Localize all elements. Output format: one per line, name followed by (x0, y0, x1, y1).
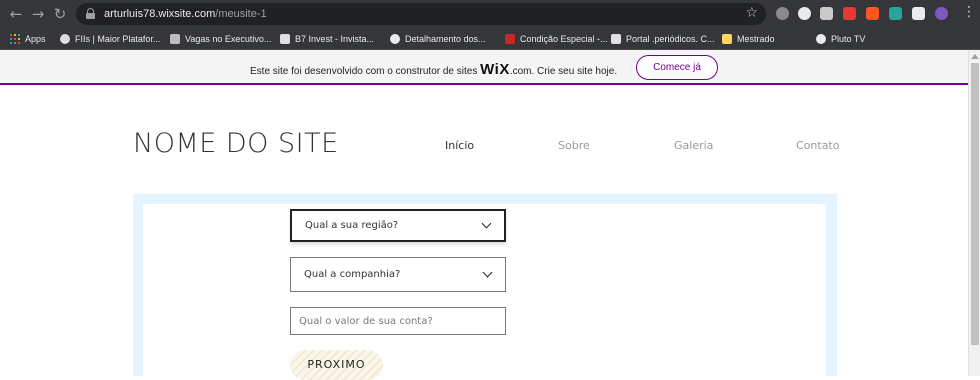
nav-item-sobre[interactable]: Sobre (558, 139, 590, 152)
scroll-up-arrow-icon[interactable] (971, 54, 979, 59)
url-path: /meusite-1 (215, 8, 267, 20)
bookmark-item[interactable]: Detalhamento dos... (390, 31, 486, 47)
globe-icon (390, 34, 400, 44)
fiis-icon (60, 34, 70, 44)
company-dropdown[interactable]: Qual a companhia? (290, 257, 506, 292)
region-dropdown[interactable]: Qual a sua região? (290, 209, 506, 242)
chevron-down-icon (481, 218, 492, 229)
region-dropdown-label: Qual a sua região? (305, 220, 399, 231)
red-extension-icon[interactable] (843, 7, 856, 20)
wix-banner-text: Este site foi desenvolvido com o constru… (250, 61, 617, 78)
wix-banner: Este site foi desenvolvido com o constru… (0, 50, 968, 85)
folder-icon (722, 34, 732, 44)
bookmark-item[interactable]: FIIs | Maior Platafor... (60, 31, 160, 47)
sc-extension-icon[interactable] (866, 7, 879, 20)
bookmark-label: Portal .periódicos. C... (626, 34, 715, 44)
bookmark-item[interactable]: B7 Invest - Invista... (280, 31, 374, 47)
url-text[interactable]: arturluis78.wixsite.com/meusite-1 (104, 7, 267, 21)
bookmark-item[interactable]: Vagas no Executivo... (170, 31, 271, 47)
bookmark-item[interactable]: Condição Especial -... (505, 31, 608, 47)
nav-item-galeria[interactable]: Galeria (674, 139, 713, 152)
teal-extension-icon[interactable] (889, 7, 902, 20)
bookmark-label: Pluto TV (831, 34, 866, 44)
b7-icon (280, 34, 290, 44)
start-now-button[interactable]: Comece já (636, 55, 718, 80)
url-host: arturluis78.wixsite.com (104, 8, 216, 20)
back-arrow-icon[interactable]: ← (6, 4, 26, 24)
bookmark-label: FIIs | Maior Platafor... (75, 34, 161, 44)
browser-toolbar: ← → ↻ arturluis78.wixsite.com/meusite-1 … (0, 0, 980, 28)
scroll-thumb[interactable] (971, 63, 979, 345)
bookmark-item[interactable]: Apps (10, 31, 46, 47)
pluto-icon (816, 34, 826, 44)
bookmarks-bar: Apps FIIs | Maior Platafor... Vagas no Exe… (0, 28, 980, 50)
reload-icon[interactable]: ↻ (50, 4, 70, 24)
bookmark-label: B7 Invest - Invista... (295, 34, 375, 44)
address-bar[interactable]: arturluis78.wixsite.com/meusite-1 ☆ (76, 3, 766, 25)
bookmark-label: Detalhamento dos... (405, 34, 486, 44)
circle-extension-icon[interactable] (798, 7, 811, 20)
chevron-down-icon (482, 267, 493, 278)
bookmark-item[interactable]: Pluto TV (816, 31, 865, 47)
page-scrollbar[interactable] (968, 50, 980, 376)
bill-value-input[interactable] (290, 307, 506, 335)
bookmark-label: Vagas no Executivo... (185, 34, 272, 44)
vagas-icon (170, 34, 180, 44)
wix-logo: WiX (480, 61, 510, 78)
wix-banner-text-before: Este site foi desenvolvido com o constru… (250, 66, 481, 77)
bookmark-star-icon[interactable]: ☆ (745, 5, 758, 21)
nav-item-inicio[interactable]: Início (445, 139, 474, 152)
square-extension-icon[interactable] (820, 7, 833, 20)
condicao-icon (505, 34, 515, 44)
bookmark-label: Mestrado (737, 34, 775, 44)
site-title: NOME DO SITE (133, 128, 339, 159)
nav-item-contato[interactable]: Contato (796, 139, 839, 152)
bookmark-label: Condição Especial -... (520, 34, 608, 44)
puzzle-extension-icon[interactable] (912, 7, 925, 20)
profile-avatar-icon[interactable] (935, 7, 948, 20)
forward-arrow-icon[interactable]: → (28, 4, 48, 24)
apps-grid-icon (10, 34, 20, 44)
browser-menu-icon[interactable]: ⋮ (962, 4, 976, 20)
portal-icon (611, 34, 621, 44)
lock-icon (86, 8, 95, 19)
bookmark-item[interactable]: Mestrado (722, 31, 775, 47)
bookmark-label: Apps (25, 34, 46, 44)
bookmark-item[interactable]: Portal .periódicos. C... (611, 31, 715, 47)
shield-extension-icon[interactable] (776, 7, 789, 20)
wix-banner-text-after: .com. Crie seu site hoje. (509, 66, 618, 77)
company-dropdown-label: Qual a companhia? (304, 269, 401, 280)
